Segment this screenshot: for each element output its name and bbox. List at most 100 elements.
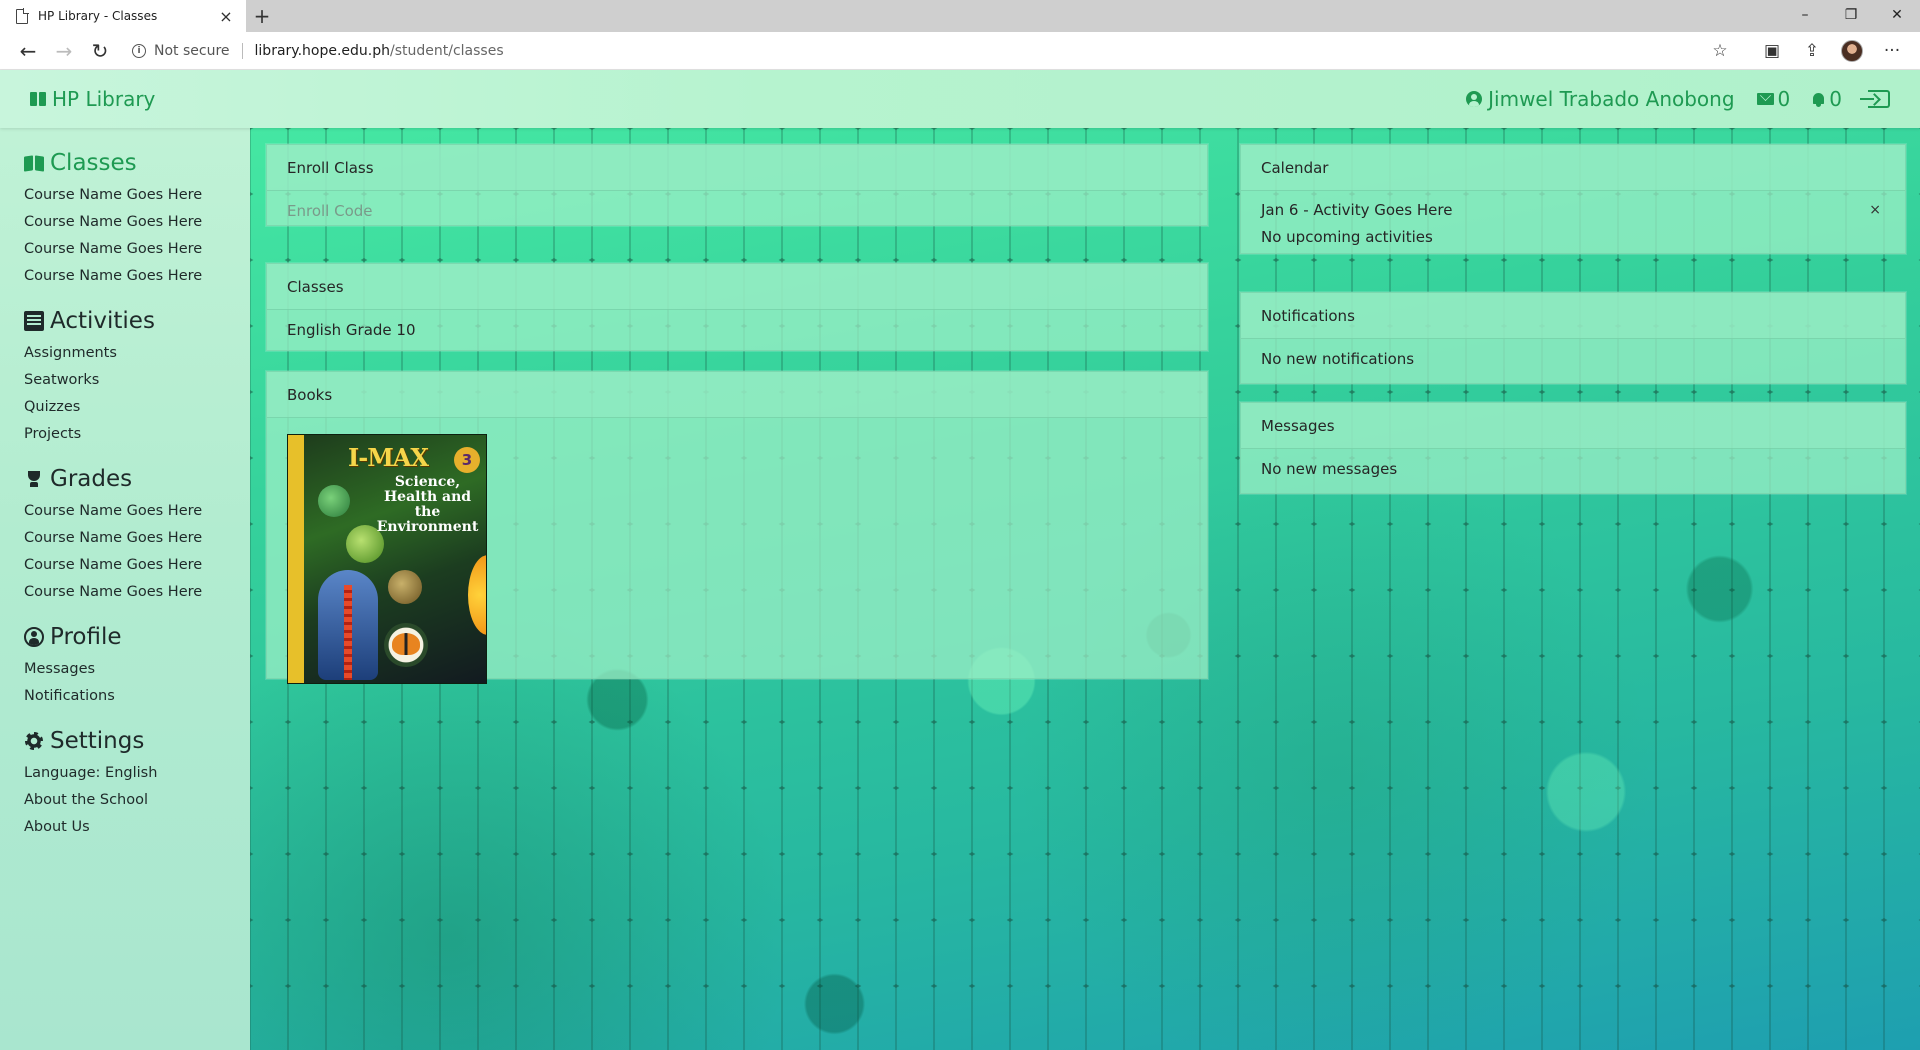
tab-title: HP Library - Classes (38, 9, 158, 23)
book-cover-subtitle: Science, Health and the Environment (376, 474, 479, 535)
logout-icon (1860, 90, 1890, 108)
refresh-icon: ↻ (91, 38, 109, 63)
messages-link[interactable]: 0 (1756, 87, 1790, 111)
url-text[interactable]: library.hope.edu.ph/student/classes (255, 43, 504, 59)
book-open-icon (24, 153, 44, 173)
browser-toolbar: ☆ ▣ ⇪ ··· (1700, 34, 1912, 68)
favorite-star-icon[interactable]: ☆ (1700, 34, 1740, 68)
sidebar-heading-grades[interactable]: Grades (24, 466, 226, 492)
restore-button[interactable]: ❐ (1828, 0, 1874, 30)
browser-tab[interactable]: HP Library - Classes × (0, 0, 246, 32)
sidebar-item-class[interactable]: Course Name Goes Here (24, 182, 226, 209)
url-bar[interactable]: i Not secure library.hope.edu.ph/student… (132, 36, 1700, 66)
planet-illustration (388, 570, 422, 604)
close-icon[interactable]: × (1865, 197, 1885, 224)
sidebar-section-profile: Profile Messages Notifications (24, 624, 226, 710)
card-title: Messages (1241, 403, 1905, 449)
sidebar-item-grade[interactable]: Course Name Goes Here (24, 579, 226, 606)
card-title: Calendar (1241, 145, 1905, 191)
list-icon (24, 311, 44, 331)
sidebar-item-grade[interactable]: Course Name Goes Here (24, 498, 226, 525)
logout-button[interactable] (1860, 90, 1890, 108)
class-item[interactable]: English Grade 10 (287, 321, 416, 339)
card-title: Notifications (1241, 293, 1905, 339)
notifications-link[interactable]: 0 (1812, 87, 1842, 111)
sidebar-item-class[interactable]: Course Name Goes Here (24, 263, 226, 290)
sidebar-item-about-school[interactable]: About the School (24, 787, 226, 814)
enroll-code-input[interactable] (285, 191, 1189, 231)
book-grade-badge: 3 (454, 447, 480, 473)
app-navbar: HP Library Jimwel Trabado Anobong 0 0 (0, 70, 1920, 128)
sidebar-item-class[interactable]: Course Name Goes Here (24, 236, 226, 263)
globe-icon (318, 485, 350, 517)
new-tab-button[interactable]: + (246, 0, 278, 32)
close-window-button[interactable]: ✕ (1874, 0, 1920, 30)
sidebar-item-grade[interactable]: Course Name Goes Here (24, 525, 226, 552)
main-content: Enroll Class Classes English Grade 10 Bo… (250, 128, 1920, 1050)
sidebar-heading-activities[interactable]: Activities (24, 308, 226, 334)
url-host: library.hope.edu.ph (254, 42, 390, 59)
sidebar-item-quizzes[interactable]: Quizzes (24, 394, 226, 421)
share-icon[interactable]: ⇪ (1792, 34, 1832, 68)
security-label: Not secure (154, 42, 230, 59)
sidebar-heading-settings[interactable]: Settings (24, 728, 226, 754)
envelope-icon (1756, 93, 1774, 105)
user-profile-link[interactable]: Jimwel Trabado Anobong (1466, 87, 1735, 111)
spine-illustration (344, 585, 352, 680)
sidebar-item-language[interactable]: Language: English (24, 760, 226, 787)
browser-tab-bar: HP Library - Classes × + – ❐ ✕ (0, 0, 1920, 32)
sidebar-item-about-us[interactable]: About Us (24, 814, 226, 841)
sidebar-heading-classes[interactable]: Classes (24, 150, 226, 176)
card-body (267, 191, 1207, 231)
calendar-empty-label: No upcoming activities (1261, 228, 1433, 246)
reading-view-icon[interactable]: ▣ (1752, 34, 1792, 68)
sidebar-heading-profile[interactable]: Profile (24, 624, 226, 650)
card-body: English Grade 10 (267, 310, 1207, 350)
back-button[interactable]: ← (10, 33, 46, 69)
card-body: No new notifications (1241, 339, 1905, 379)
sidebar-item-seatworks[interactable]: Seatworks (24, 367, 226, 394)
gear-icon (24, 731, 44, 751)
sidebar-section-settings: Settings Language: English About the Sch… (24, 728, 226, 841)
calendar-card: Calendar Jan 6 - Activity Goes Here × No… (1240, 144, 1906, 254)
sidebar-section-classes: Classes Course Name Goes Here Course Nam… (24, 150, 226, 290)
notification-count: 0 (1829, 87, 1842, 111)
sun-illustration (468, 555, 486, 635)
minimize-button[interactable]: – (1782, 0, 1828, 30)
sidebar-item-notifications[interactable]: Notifications (24, 683, 226, 710)
enroll-class-card: Enroll Class (266, 144, 1208, 231)
books-card: Books I-MAX 3 Science, Health and the En… (266, 371, 1208, 684)
trophy-icon (24, 469, 44, 489)
notifications-empty-text: No new notifications (1261, 350, 1415, 368)
calendar-event[interactable]: Jan 6 - Activity Goes Here × (1261, 197, 1885, 224)
calendar-empty-text: No upcoming activities (1261, 224, 1885, 251)
book-cover-item[interactable]: I-MAX 3 Science, Health and the Environm… (287, 434, 487, 684)
sidebar-heading-label: Profile (50, 624, 122, 650)
sidebar-item-assignments[interactable]: Assignments (24, 340, 226, 367)
card-title: Classes (267, 264, 1207, 310)
book-icon (30, 91, 46, 107)
navbar-right: Jimwel Trabado Anobong 0 0 (1466, 87, 1890, 111)
more-menu-icon[interactable]: ··· (1872, 34, 1912, 68)
sidebar-heading-label: Classes (50, 150, 137, 176)
card-title: Books (267, 372, 1207, 418)
brand-link[interactable]: HP Library (30, 87, 155, 111)
arrow-left-icon: ← (19, 38, 37, 63)
sidebar-item-projects[interactable]: Projects (24, 421, 226, 448)
sidebar-heading-label: Settings (50, 728, 145, 754)
page-icon (16, 8, 29, 24)
card-body: Jan 6 - Activity Goes Here × No upcoming… (1241, 191, 1905, 257)
refresh-button[interactable]: ↻ (82, 33, 118, 69)
tab-close-icon[interactable]: × (218, 7, 234, 26)
forward-button[interactable]: → (46, 33, 82, 69)
profile-avatar[interactable] (1832, 34, 1872, 68)
url-path: /student/classes (390, 42, 504, 59)
sidebar-item-messages[interactable]: Messages (24, 656, 226, 683)
book-spine (288, 435, 304, 683)
messages-card: Messages No new messages (1240, 402, 1906, 494)
user-name: Jimwel Trabado Anobong (1488, 87, 1735, 111)
sidebar-item-grade[interactable]: Course Name Goes Here (24, 552, 226, 579)
calendar-event-text: Jan 6 - Activity Goes Here (1261, 201, 1453, 219)
info-icon[interactable]: i (132, 43, 146, 58)
sidebar-item-class[interactable]: Course Name Goes Here (24, 209, 226, 236)
